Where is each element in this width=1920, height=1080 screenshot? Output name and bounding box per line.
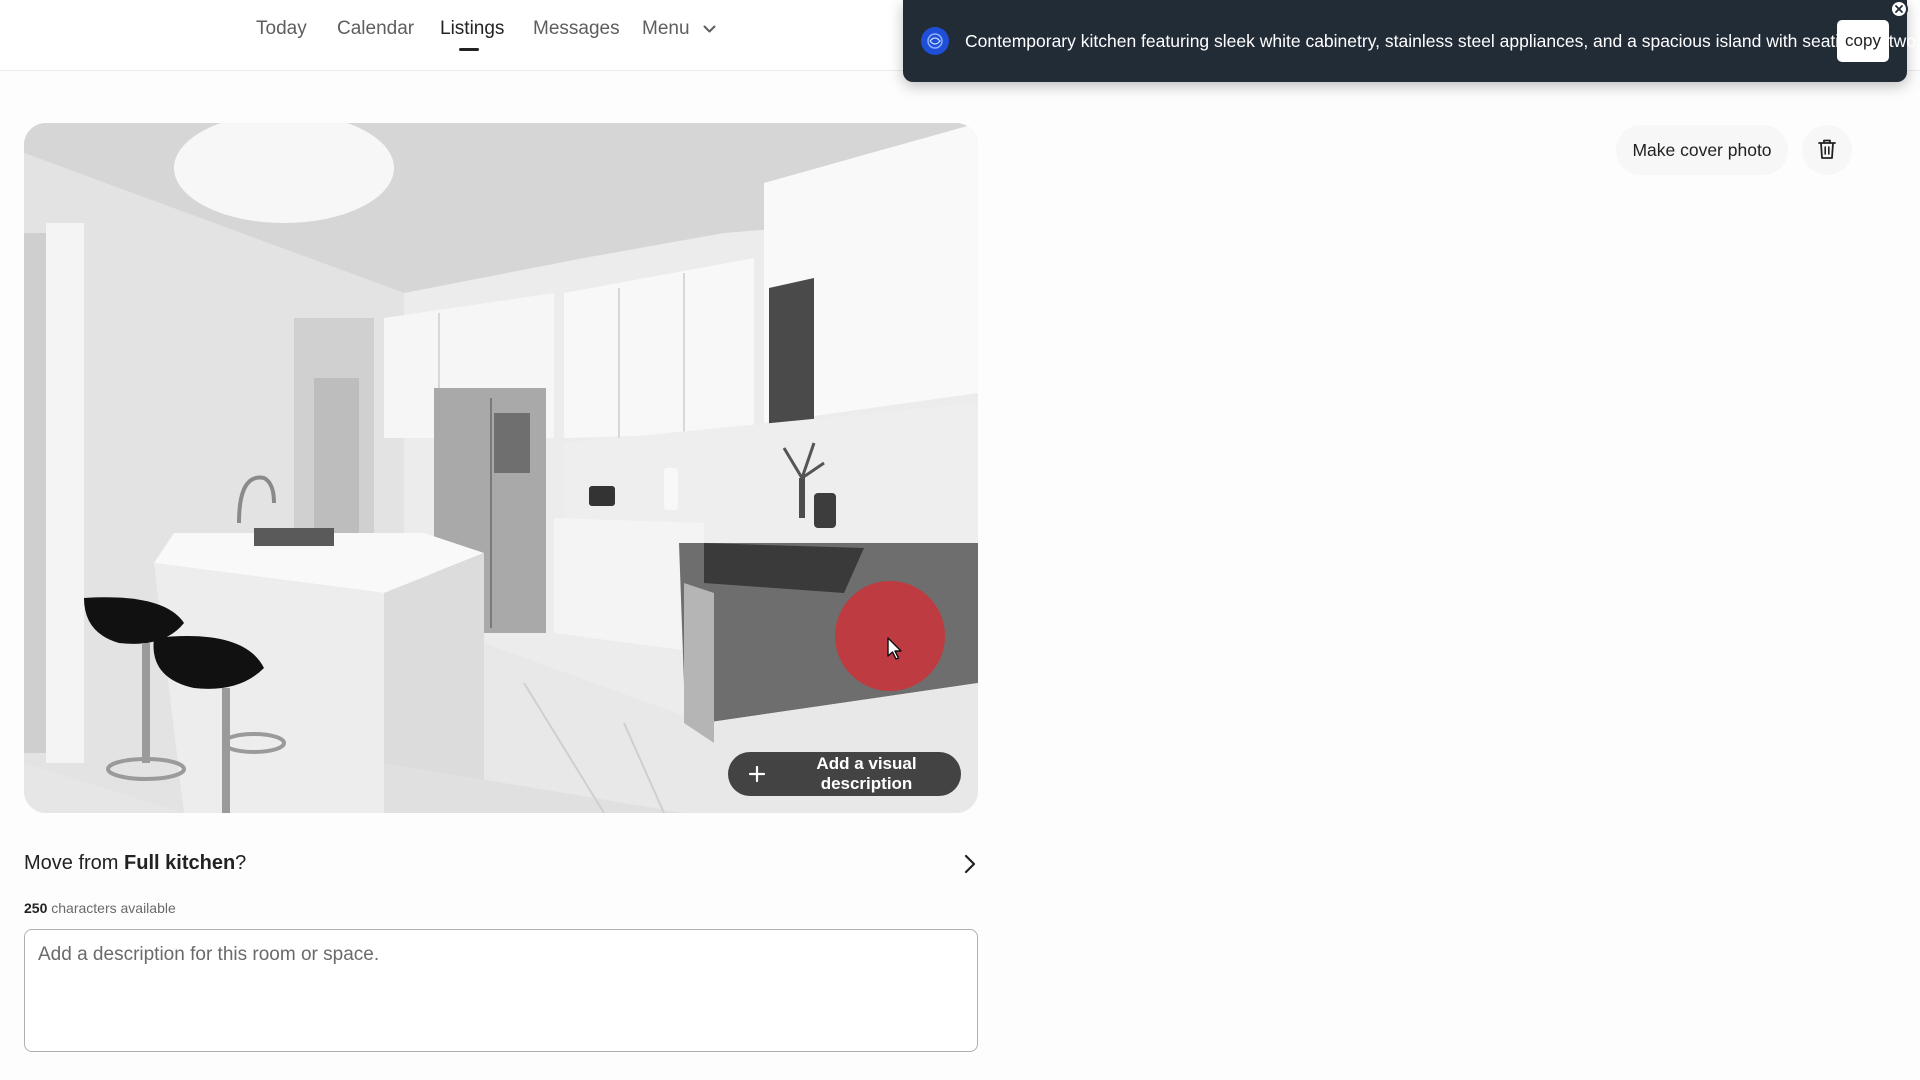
active-tab-indicator bbox=[459, 48, 479, 51]
chevron-down-icon bbox=[703, 18, 716, 40]
move-prefix: Move from bbox=[24, 852, 125, 874]
nav-item-today[interactable]: Today bbox=[256, 18, 307, 40]
characters-count: 250 bbox=[24, 900, 48, 916]
nav-item-messages[interactable]: Messages bbox=[533, 18, 620, 40]
room-description-input[interactable] bbox=[24, 929, 978, 1052]
nav-item-calendar[interactable]: Calendar bbox=[337, 18, 414, 40]
ai-logo-icon bbox=[921, 27, 949, 55]
plus-icon bbox=[748, 765, 766, 783]
characters-available: 250 characters available bbox=[24, 900, 176, 916]
nav-item-menu[interactable]: Menu bbox=[642, 18, 716, 40]
ai-description-toast: Contemporary kitchen featuring sleek whi… bbox=[903, 0, 1920, 82]
move-room-row[interactable]: Move from Full kitchen? bbox=[24, 848, 978, 880]
move-suffix: ? bbox=[235, 852, 247, 874]
make-cover-photo-button[interactable]: Make cover photo bbox=[1616, 125, 1788, 175]
add-visual-description-label: Add a visual description bbox=[816, 754, 917, 793]
click-indicator bbox=[835, 581, 945, 691]
chevron-right-icon bbox=[964, 854, 976, 879]
cursor-icon bbox=[887, 637, 903, 661]
move-room-text: Move from Full kitchen? bbox=[24, 852, 246, 875]
listing-photo: Add a visual description bbox=[24, 123, 978, 813]
current-room-name: Full kitchen bbox=[124, 852, 236, 874]
close-icon[interactable] bbox=[1890, 0, 1908, 18]
trash-icon bbox=[1817, 138, 1837, 163]
characters-label: characters available bbox=[47, 900, 176, 916]
toast-message: Contemporary kitchen featuring sleek whi… bbox=[965, 31, 1920, 51]
nav-item-listings[interactable]: Listings bbox=[440, 18, 504, 40]
copy-button[interactable]: copy bbox=[1837, 20, 1889, 62]
nav-item-menu-label: Menu bbox=[642, 18, 690, 40]
delete-photo-button[interactable] bbox=[1802, 125, 1852, 175]
add-visual-description-button[interactable]: Add a visual description bbox=[728, 752, 961, 796]
